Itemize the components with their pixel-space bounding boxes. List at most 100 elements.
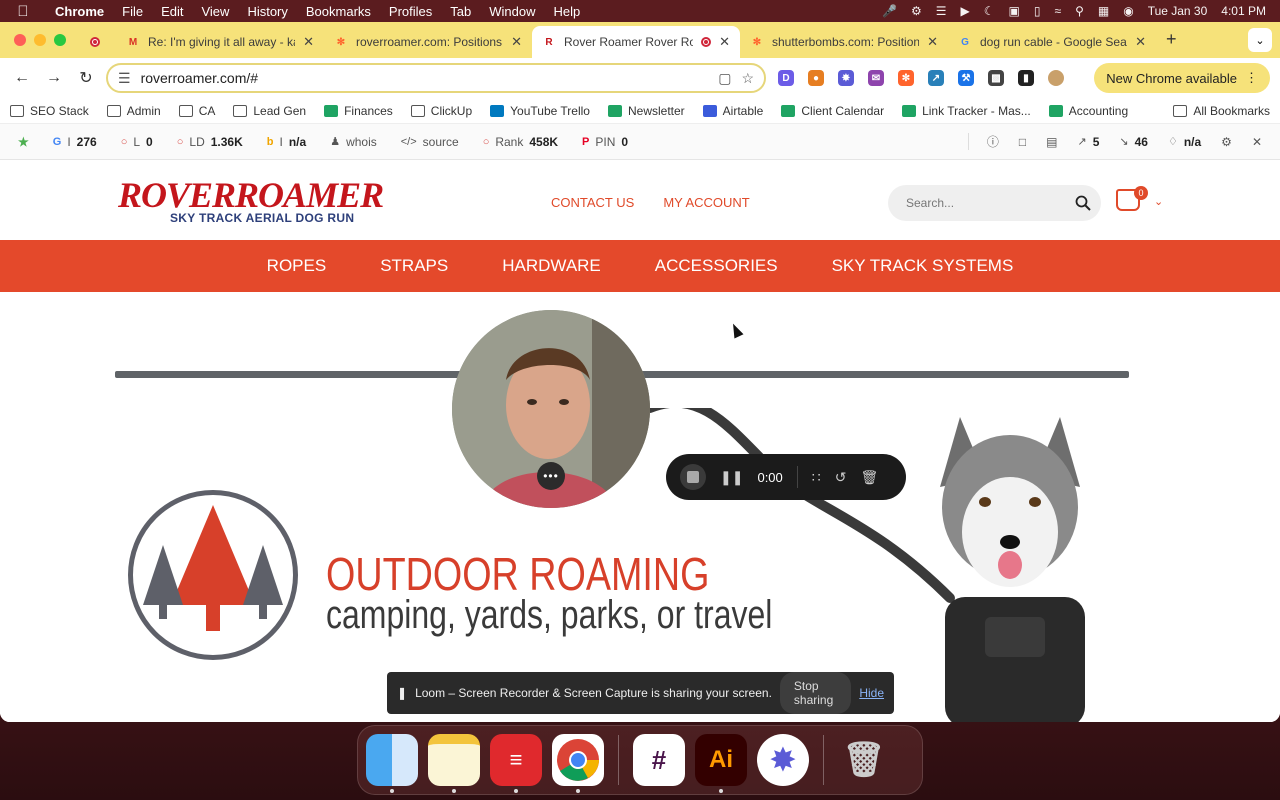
page-icon[interactable]: ▤ <box>1036 135 1067 149</box>
info-icon[interactable]: ⓘ <box>977 133 1009 150</box>
close-toolbar-icon[interactable]: ✕ <box>1242 135 1272 149</box>
nav-straps[interactable]: STRAPS <box>380 256 448 276</box>
profile-avatar[interactable] <box>1048 70 1064 86</box>
url-text[interactable]: roverroamer.com/# <box>141 70 709 86</box>
nav-accessories[interactable]: ACCESSORIES <box>655 256 778 276</box>
menu-file[interactable]: File <box>113 4 152 19</box>
chevron-down-icon[interactable]: ⌄ <box>1154 195 1163 208</box>
seoquake-logo-icon[interactable]: ★ <box>8 135 39 149</box>
apple-icon[interactable]:  <box>0 3 46 20</box>
extension-messenger-icon[interactable]: ✉ <box>868 70 884 86</box>
extension-reddit-icon[interactable]: ● <box>808 70 824 86</box>
menu-date[interactable]: Tue Jan 30 <box>1148 4 1208 18</box>
reload-icon[interactable]: ↻ <box>74 68 98 88</box>
nav-sky-track-systems[interactable]: SKY TRACK SYSTEMS <box>832 256 1014 276</box>
address-bar[interactable]: ☰ roverroamer.com/# ▢ ☆ <box>106 63 766 93</box>
bookmark-link-tracker[interactable]: Link Tracker - Mas... <box>902 104 1031 118</box>
pause-icon[interactable]: ❚❚ <box>720 469 743 486</box>
bookmark-clickup[interactable]: ClickUp <box>410 104 472 118</box>
search-icon[interactable] <box>1075 195 1091 211</box>
seo-whois[interactable]: ♟ whois <box>320 135 387 149</box>
site-logo[interactable]: ROVERROAMER SKY TRACK AERIAL DOG RUN <box>118 177 384 225</box>
close-tab-icon[interactable]: ✕ <box>927 34 938 50</box>
bookmark-seo-stack[interactable]: SEO Stack <box>10 104 89 118</box>
menu-tab[interactable]: Tab <box>441 4 480 19</box>
camera-more-options-icon[interactable]: ••• <box>537 462 565 490</box>
elastic-status-icon[interactable]: ☰ <box>936 4 947 18</box>
side-panel-icon[interactable]: ▮ <box>1018 70 1034 86</box>
tab-loom-recording[interactable] <box>80 26 116 58</box>
contact-us-link[interactable]: CONTACT US <box>551 195 634 210</box>
close-window-button[interactable] <box>14 34 26 46</box>
extensions-puzzle-icon[interactable]: ▩ <box>988 70 1004 86</box>
seo-pinterest[interactable]: P PIN 0 <box>572 135 638 149</box>
tab-semrush-roverroamer[interactable]: ✻ roverroamer.com: Positions, C ✕ <box>324 26 532 58</box>
chrome-icon[interactable] <box>552 734 604 793</box>
play-status-icon[interactable]: ▶ <box>961 4 970 18</box>
gear-status-icon[interactable]: ⚙ <box>911 4 922 18</box>
seo-google-index[interactable]: G I 276 <box>43 135 107 149</box>
menu-help[interactable]: Help <box>545 4 590 19</box>
perplexity-icon[interactable]: ✸ <box>757 734 809 786</box>
extension-semrush-icon[interactable]: ✻ <box>898 70 914 86</box>
close-tab-icon[interactable]: ✕ <box>1135 34 1146 50</box>
settings-gear-icon[interactable]: ⚙ <box>1211 135 1242 149</box>
bookmark-airtable[interactable]: Airtable <box>702 104 763 118</box>
bookmark-youtube-trello[interactable]: YouTube Trello <box>490 104 590 118</box>
menu-app-name[interactable]: Chrome <box>46 4 113 19</box>
microphone-icon[interactable]: 🎤 <box>882 4 897 18</box>
bookmark-accounting[interactable]: Accounting <box>1048 104 1128 118</box>
seo-links[interactable]: ○ L 0 <box>111 135 163 149</box>
elastic-app-icon[interactable]: ≡ <box>490 734 542 793</box>
new-chrome-available-button[interactable]: New Chrome available ⋮ <box>1094 63 1270 93</box>
control-center-icon[interactable]: ▦ <box>1098 4 1109 18</box>
nav-hardware[interactable]: HARDWARE <box>502 256 601 276</box>
drawing-tools-icon[interactable]: ∷ <box>812 469 821 486</box>
menu-view[interactable]: View <box>192 4 238 19</box>
tab-gmail[interactable]: M Re: I'm giving it all away - kai ✕ <box>116 26 324 58</box>
bookmark-lead-gen[interactable]: Lead Gen <box>233 104 306 118</box>
menu-profiles[interactable]: Profiles <box>380 4 441 19</box>
tab-semrush-shutterbombs[interactable]: ✻ shutterbombs.com: Positions ✕ <box>740 26 948 58</box>
back-arrow-icon[interactable]: ← <box>10 69 34 87</box>
site-search-input[interactable]: Search... <box>888 185 1101 221</box>
screen-share-icon[interactable]: ▣ <box>1009 4 1020 18</box>
menu-edit[interactable]: Edit <box>152 4 192 19</box>
seo-internal-links[interactable]: ↘ 46 <box>1109 135 1158 149</box>
kebab-menu-icon[interactable]: ⋮ <box>1245 70 1258 86</box>
camera-icon[interactable]: ▢ <box>718 70 731 87</box>
moon-icon[interactable]: ☾ <box>984 4 995 18</box>
battery-icon[interactable]: ▯ <box>1034 4 1041 18</box>
my-account-link[interactable]: MY ACCOUNT <box>663 195 749 210</box>
zoom-window-button[interactable] <box>54 34 66 46</box>
siri-icon[interactable]: ◉ <box>1123 4 1133 18</box>
menu-history[interactable]: History <box>238 4 296 19</box>
tab-google-search[interactable]: G dog run cable - Google Searc ✕ <box>948 26 1156 58</box>
drag-handle-icon[interactable]: ❚ <box>397 686 407 700</box>
extension-blue-icon[interactable]: ↗ <box>928 70 944 86</box>
menu-bookmarks[interactable]: Bookmarks <box>297 4 380 19</box>
restart-icon[interactable]: ↺ <box>835 469 847 486</box>
finder-icon[interactable] <box>366 734 418 793</box>
tab-roverroamer-active[interactable]: R Rover Roamer Rover Roam ✕ <box>532 26 740 58</box>
close-tab-icon[interactable]: ✕ <box>511 34 522 50</box>
bookmark-newsletter[interactable]: Newsletter <box>607 104 685 118</box>
extension-wrench-icon[interactable]: ⚒ <box>958 70 974 86</box>
hide-banner-link[interactable]: Hide <box>859 686 884 700</box>
slack-icon[interactable]: # <box>633 734 685 786</box>
site-info-icon[interactable]: ☰ <box>118 70 131 87</box>
seo-rank[interactable]: ○ Rank 458K <box>473 135 568 149</box>
seo-rating[interactable]: ♢ n/a <box>1158 135 1211 149</box>
all-bookmarks[interactable]: All Bookmarks <box>1173 104 1270 118</box>
notes-icon[interactable] <box>428 734 480 793</box>
new-tab-button[interactable]: + <box>1156 29 1187 58</box>
seo-bing-index[interactable]: b In/a <box>257 135 316 149</box>
menu-window[interactable]: Window <box>480 4 544 19</box>
seo-external-links[interactable]: ↗ 5 <box>1067 135 1109 149</box>
bookmark-star-icon[interactable]: ☆ <box>741 70 754 87</box>
forward-arrow-icon[interactable]: → <box>42 69 66 87</box>
extension-perplexity-icon[interactable]: ✸ <box>838 70 854 86</box>
illustrator-icon[interactable]: Ai <box>695 734 747 793</box>
seo-linking-domains[interactable]: ○ LD 1.36K <box>167 135 253 149</box>
chat-icon[interactable]: □ <box>1009 135 1036 149</box>
